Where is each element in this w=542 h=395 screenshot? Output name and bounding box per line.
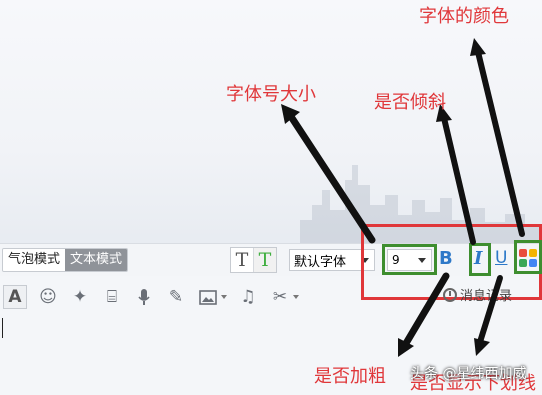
- arrow-italic: [441, 115, 476, 245]
- annotation-font-color: 字体的颜色: [419, 6, 509, 27]
- annotation-italic: 是否倾斜: [374, 92, 446, 113]
- watermark: 头条 @星纬西加威: [410, 366, 527, 382]
- arrow-underline: [477, 275, 503, 345]
- arrow-color: [475, 49, 525, 237]
- annotation-arrows: [281, 38, 525, 357]
- arrow-bold: [401, 272, 450, 349]
- arrow-font-size: [286, 111, 376, 244]
- annotation-font-size: 字体号大小: [226, 84, 316, 105]
- annotation-bold: 是否加粗: [314, 366, 386, 387]
